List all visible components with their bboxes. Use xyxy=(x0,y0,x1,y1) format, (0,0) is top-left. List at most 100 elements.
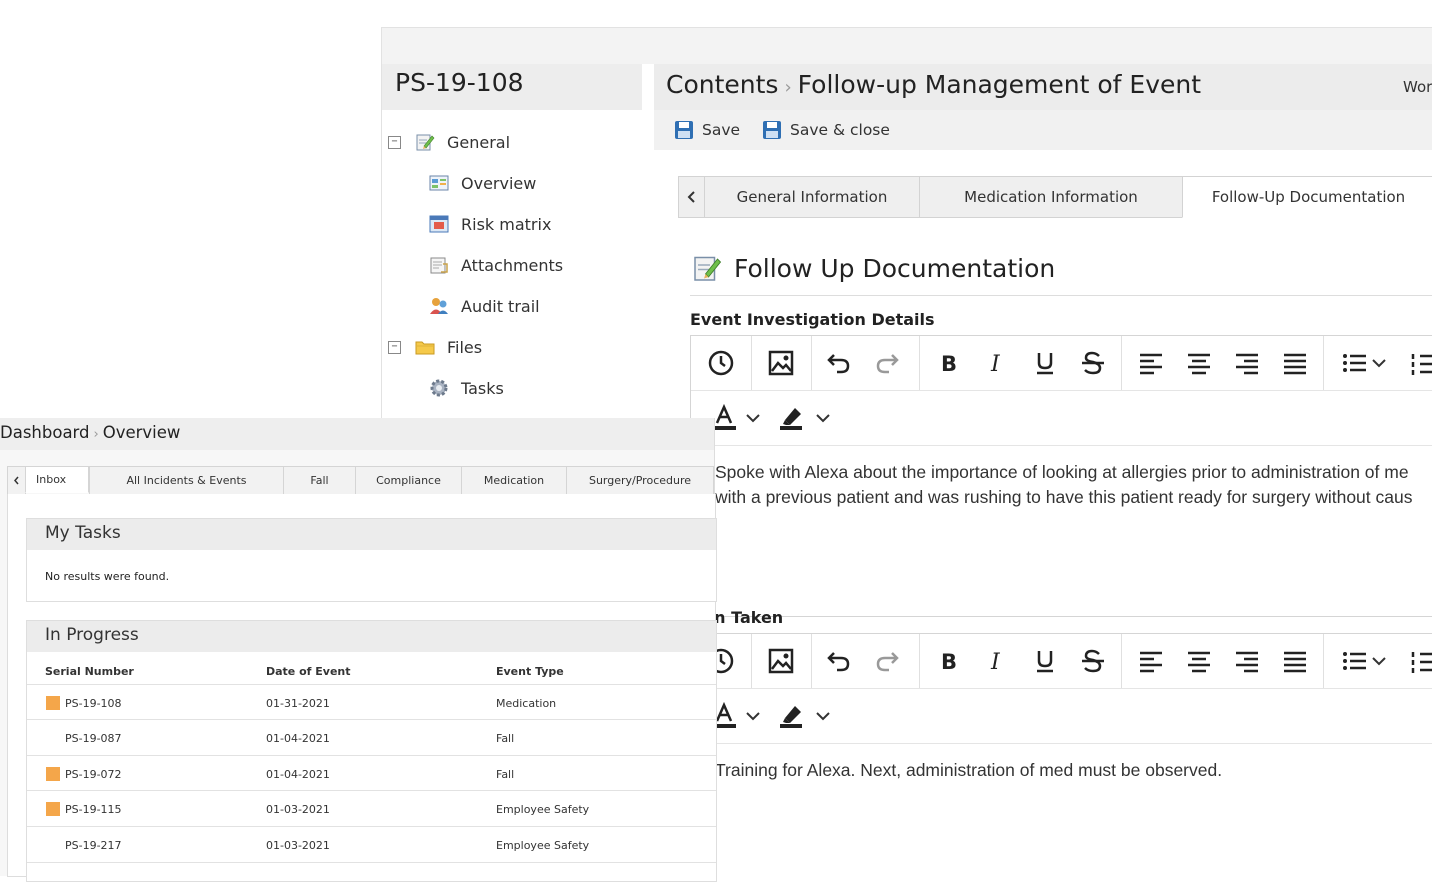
table-row[interactable]: PS-19-108 01-31-2021 Medication xyxy=(27,684,716,720)
tab-compliance[interactable]: Compliance xyxy=(355,466,462,495)
audit-trail-icon xyxy=(429,296,449,316)
tree-item-attachments[interactable]: Attachments xyxy=(429,250,563,280)
save-button[interactable]: Save xyxy=(674,118,740,142)
italic-icon[interactable]: I xyxy=(983,647,1011,675)
redo-icon[interactable] xyxy=(873,647,901,675)
tab-follow-up-documentation[interactable]: Follow-Up Documentation xyxy=(1182,176,1432,218)
save-and-close-button[interactable]: Save & close xyxy=(762,118,890,142)
tree-item-risk-matrix[interactable]: Risk matrix xyxy=(429,209,551,239)
column-header-serial[interactable]: Serial Number xyxy=(45,665,134,678)
undo-icon[interactable] xyxy=(825,647,853,675)
breadcrumb-root[interactable]: Contents xyxy=(666,70,778,99)
tree-item-label: Risk matrix xyxy=(461,214,552,234)
table-row[interactable]: PS-19-217 01-03-2021 Employee Safety xyxy=(27,826,716,863)
tree-item-label: Audit trail xyxy=(461,296,540,316)
underline-icon[interactable] xyxy=(1031,349,1059,377)
tree-item-audit-trail[interactable]: Audit trail xyxy=(429,291,540,321)
bold-icon[interactable]: B xyxy=(935,647,963,675)
chevron-down-icon[interactable] xyxy=(815,404,831,432)
tree-item-general[interactable]: − General xyxy=(388,127,510,157)
status-flag xyxy=(46,767,60,781)
investigation-editor[interactable]: B I Spoke with Alexa about the importanc… xyxy=(690,335,1432,617)
tree-item-overview[interactable]: Overview xyxy=(429,168,536,198)
align-center-icon[interactable] xyxy=(1185,349,1213,377)
serial-cell[interactable]: PS-19-115 xyxy=(65,803,122,816)
tab-surgery-procedure[interactable]: Surgery/Procedure xyxy=(566,466,714,495)
card-header: My Tasks xyxy=(27,519,716,550)
chevron-down-icon[interactable] xyxy=(815,702,831,730)
dashboard-body: Inbox All Incidents & Events Fall Compli… xyxy=(0,450,717,882)
image-icon[interactable] xyxy=(767,349,795,377)
editor-toolbar-secondary xyxy=(691,689,1432,744)
investigation-text-line-2[interactable]: with a previous patient and was rushing … xyxy=(715,485,1412,510)
window-top-bar xyxy=(382,28,1432,64)
date-cell: 01-03-2021 xyxy=(266,803,330,816)
bullet-list-icon[interactable] xyxy=(1341,349,1369,377)
numbered-list-icon[interactable] xyxy=(1411,349,1432,377)
tabs-scroll-left-button[interactable] xyxy=(7,466,26,495)
svg-text:B: B xyxy=(941,352,957,376)
align-justify-icon[interactable] xyxy=(1281,647,1309,675)
tree-item-files[interactable]: − Files xyxy=(388,332,482,362)
underline-icon[interactable] xyxy=(1031,647,1059,675)
font-color-icon[interactable] xyxy=(711,404,739,432)
align-center-icon[interactable] xyxy=(1185,647,1213,675)
column-header-date[interactable]: Date of Event xyxy=(266,665,351,678)
align-right-icon[interactable] xyxy=(1233,349,1261,377)
history-icon[interactable] xyxy=(707,349,735,377)
collapse-toggle-icon[interactable]: − xyxy=(388,135,401,149)
redo-icon[interactable] xyxy=(873,349,901,377)
date-cell: 01-04-2021 xyxy=(266,768,330,781)
undo-icon[interactable] xyxy=(825,349,853,377)
date-cell: 01-03-2021 xyxy=(266,839,330,852)
save-disk-icon xyxy=(762,120,782,140)
serial-cell[interactable]: PS-19-217 xyxy=(65,839,122,852)
tab-fall[interactable]: Fall xyxy=(283,466,356,495)
chevron-down-icon[interactable] xyxy=(1371,349,1387,377)
toolbar-group: B I xyxy=(919,336,1122,390)
align-left-icon[interactable] xyxy=(1137,647,1165,675)
header-right-label[interactable]: Wor xyxy=(1403,78,1432,96)
column-header-event-type[interactable]: Event Type xyxy=(496,665,564,678)
action-taken-text[interactable]: Training for Alexa. Next, administration… xyxy=(715,758,1222,783)
collapse-toggle-icon[interactable]: − xyxy=(388,340,401,354)
card-title: My Tasks xyxy=(45,523,121,543)
breadcrumb-root[interactable]: Dashboard xyxy=(0,423,90,442)
tab-label: Surgery/Procedure xyxy=(588,474,692,487)
tab-medication[interactable]: Medication xyxy=(461,466,567,495)
italic-icon[interactable]: I xyxy=(983,349,1011,377)
chevron-down-icon[interactable] xyxy=(745,404,761,432)
align-left-icon[interactable] xyxy=(1137,349,1165,377)
investigation-text-line-1[interactable]: Spoke with Alexa about the importance of… xyxy=(715,460,1409,485)
numbered-list-icon[interactable] xyxy=(1411,647,1432,675)
bullet-list-icon[interactable] xyxy=(1341,647,1369,675)
chevron-down-icon[interactable] xyxy=(745,702,761,730)
image-icon[interactable] xyxy=(767,647,795,675)
chevron-down-icon[interactable] xyxy=(1371,647,1387,675)
toolbar-group xyxy=(751,336,812,390)
serial-cell[interactable]: PS-19-108 xyxy=(65,697,122,710)
type-cell: Employee Safety xyxy=(496,839,590,852)
tab-all-incidents-events[interactable]: All Incidents & Events xyxy=(89,466,284,495)
tabs-scroll-left-button[interactable] xyxy=(678,176,706,218)
table-row[interactable]: PS-19-087 01-04-2021 Fall xyxy=(27,719,716,755)
strikethrough-icon[interactable] xyxy=(1079,647,1107,675)
table-row[interactable]: PS-19-072 01-04-2021 Fall xyxy=(27,755,716,791)
tree-item-tasks[interactable]: Tasks xyxy=(429,373,504,403)
breadcrumb-separator: › xyxy=(93,427,99,442)
align-justify-icon[interactable] xyxy=(1281,349,1309,377)
tree-item-label: Files xyxy=(447,337,483,357)
align-right-icon[interactable] xyxy=(1233,647,1261,675)
highlight-icon[interactable] xyxy=(777,404,805,432)
bold-icon[interactable]: B xyxy=(935,349,963,377)
tab-inbox[interactable]: Inbox xyxy=(25,466,89,493)
highlight-icon[interactable] xyxy=(777,702,805,730)
table-row[interactable]: PS-19-115 01-03-2021 Employee Safety xyxy=(27,790,716,826)
serial-cell[interactable]: PS-19-072 xyxy=(65,768,122,781)
tab-medication-information[interactable]: Medication Information xyxy=(919,176,1183,218)
strikethrough-icon[interactable] xyxy=(1079,349,1107,377)
action-taken-editor[interactable]: B I Training for Alexa. Next, administra… xyxy=(690,633,1432,878)
toolbar-group xyxy=(1323,336,1432,390)
tab-general-information[interactable]: General Information xyxy=(704,176,920,218)
serial-cell[interactable]: PS-19-087 xyxy=(65,732,122,745)
